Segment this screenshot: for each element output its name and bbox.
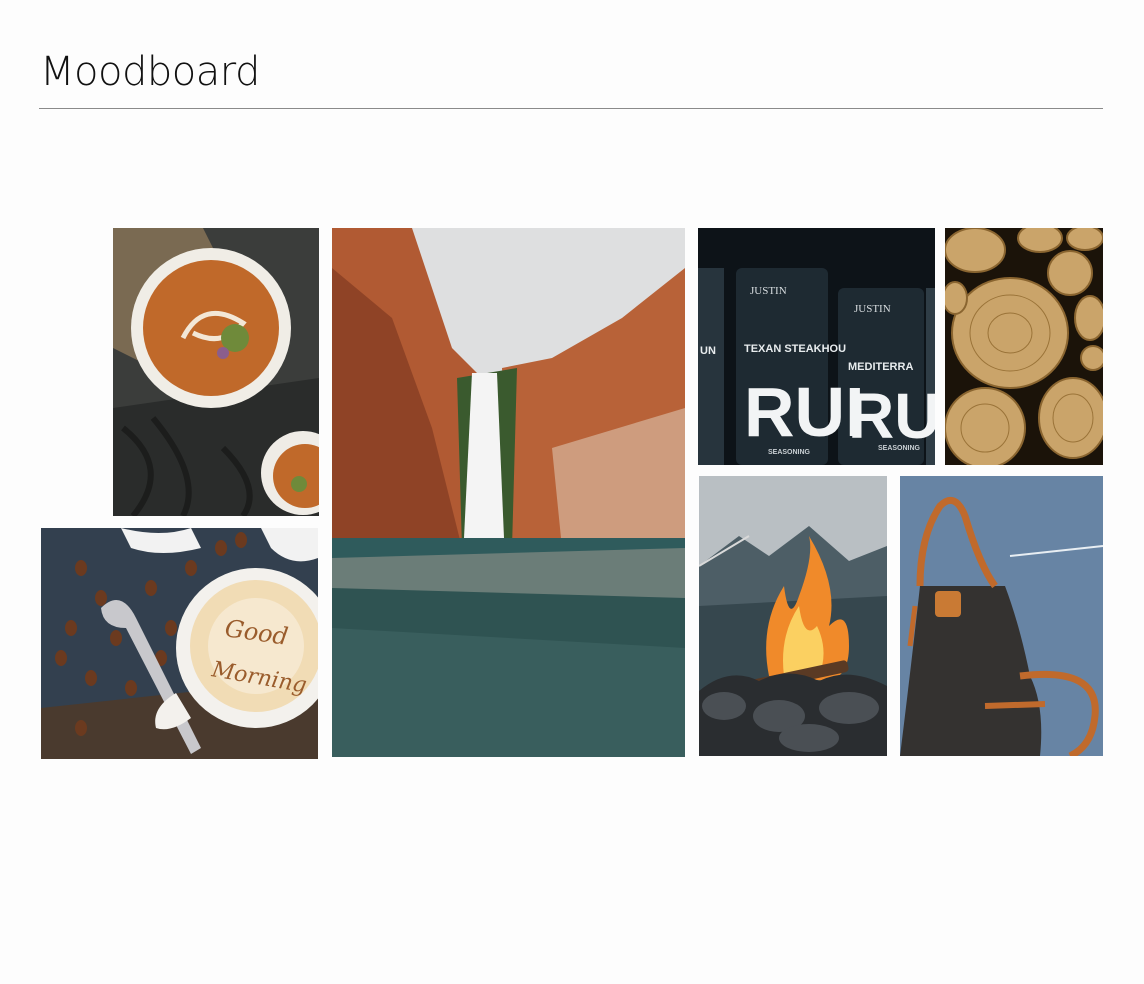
campfire-photo[interactable] — [699, 476, 887, 756]
seasoning-tins-photo[interactable]: JUSTIN JUSTIN TEXAN STEAKHOU MEDITERRA R… — [698, 228, 935, 465]
tin-brand-1: JUSTIN — [750, 285, 787, 297]
soup-bowl-photo[interactable] — [113, 228, 319, 516]
tin-rub-2: RUI — [848, 380, 935, 452]
tin-brand-2: JUSTIN — [854, 303, 891, 315]
tin-label-partial: UN — [700, 345, 716, 357]
leather-apron-photo[interactable] — [900, 476, 1103, 756]
tin-seasoning-1: SEASONING — [768, 449, 811, 456]
coffee-good-morning-photo[interactable]: Good Morning — [41, 528, 318, 759]
tin-label-texan: TEXAN STEAKHOU — [744, 343, 846, 355]
waterfall-canyon-photo[interactable] — [332, 228, 685, 757]
firewood-logs-photo[interactable] — [945, 228, 1103, 465]
tin-rub-1: RUI — [744, 373, 865, 451]
tin-seasoning-2: SEASONING — [878, 445, 921, 452]
tin-label-mediterra: MEDITERRA — [848, 361, 913, 373]
page-title: Moodboard — [40, 49, 260, 95]
title-divider — [39, 108, 1103, 109]
